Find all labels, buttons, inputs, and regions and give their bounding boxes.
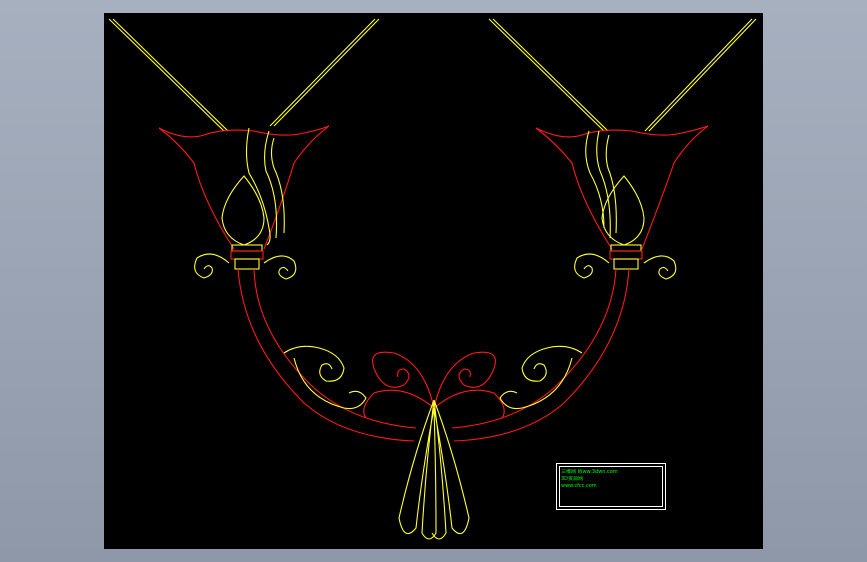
drawing-canvas: 三维网 Www.3dwn.com 3D资源网 www.cfcc.com [104,13,763,549]
center-ornament [283,345,583,540]
right-scroll-left [574,253,610,279]
hanging-fan [398,399,470,540]
left-arm [237,268,417,442]
left-support-lines [108,18,380,132]
left-cup-outline [158,125,330,250]
title-block: 三维网 Www.3dwn.com 3D资源网 www.cfcc.com [556,463,666,510]
left-collar [230,244,264,270]
leaf-right [499,345,583,410]
left-scroll-right [263,255,297,280]
center-scroll-left [372,351,435,409]
right-scroll-right [643,255,677,280]
left-scroll-left [194,253,230,279]
left-flame [221,127,285,246]
center-scroll-right [433,351,496,409]
title-block-row-1: 三维网 Www.3dwn.com [561,469,618,475]
right-flame [585,130,645,246]
right-support-lines [488,18,757,132]
left-lamp [108,18,417,442]
right-cup-outline [535,125,709,250]
right-lamp [451,18,757,442]
title-block-row-2: 3D资源网 [561,476,584,482]
leaf-left [283,345,367,410]
title-block-row-3: www.cfcc.com [561,483,597,489]
right-arm [451,268,630,442]
right-collar [609,244,643,270]
